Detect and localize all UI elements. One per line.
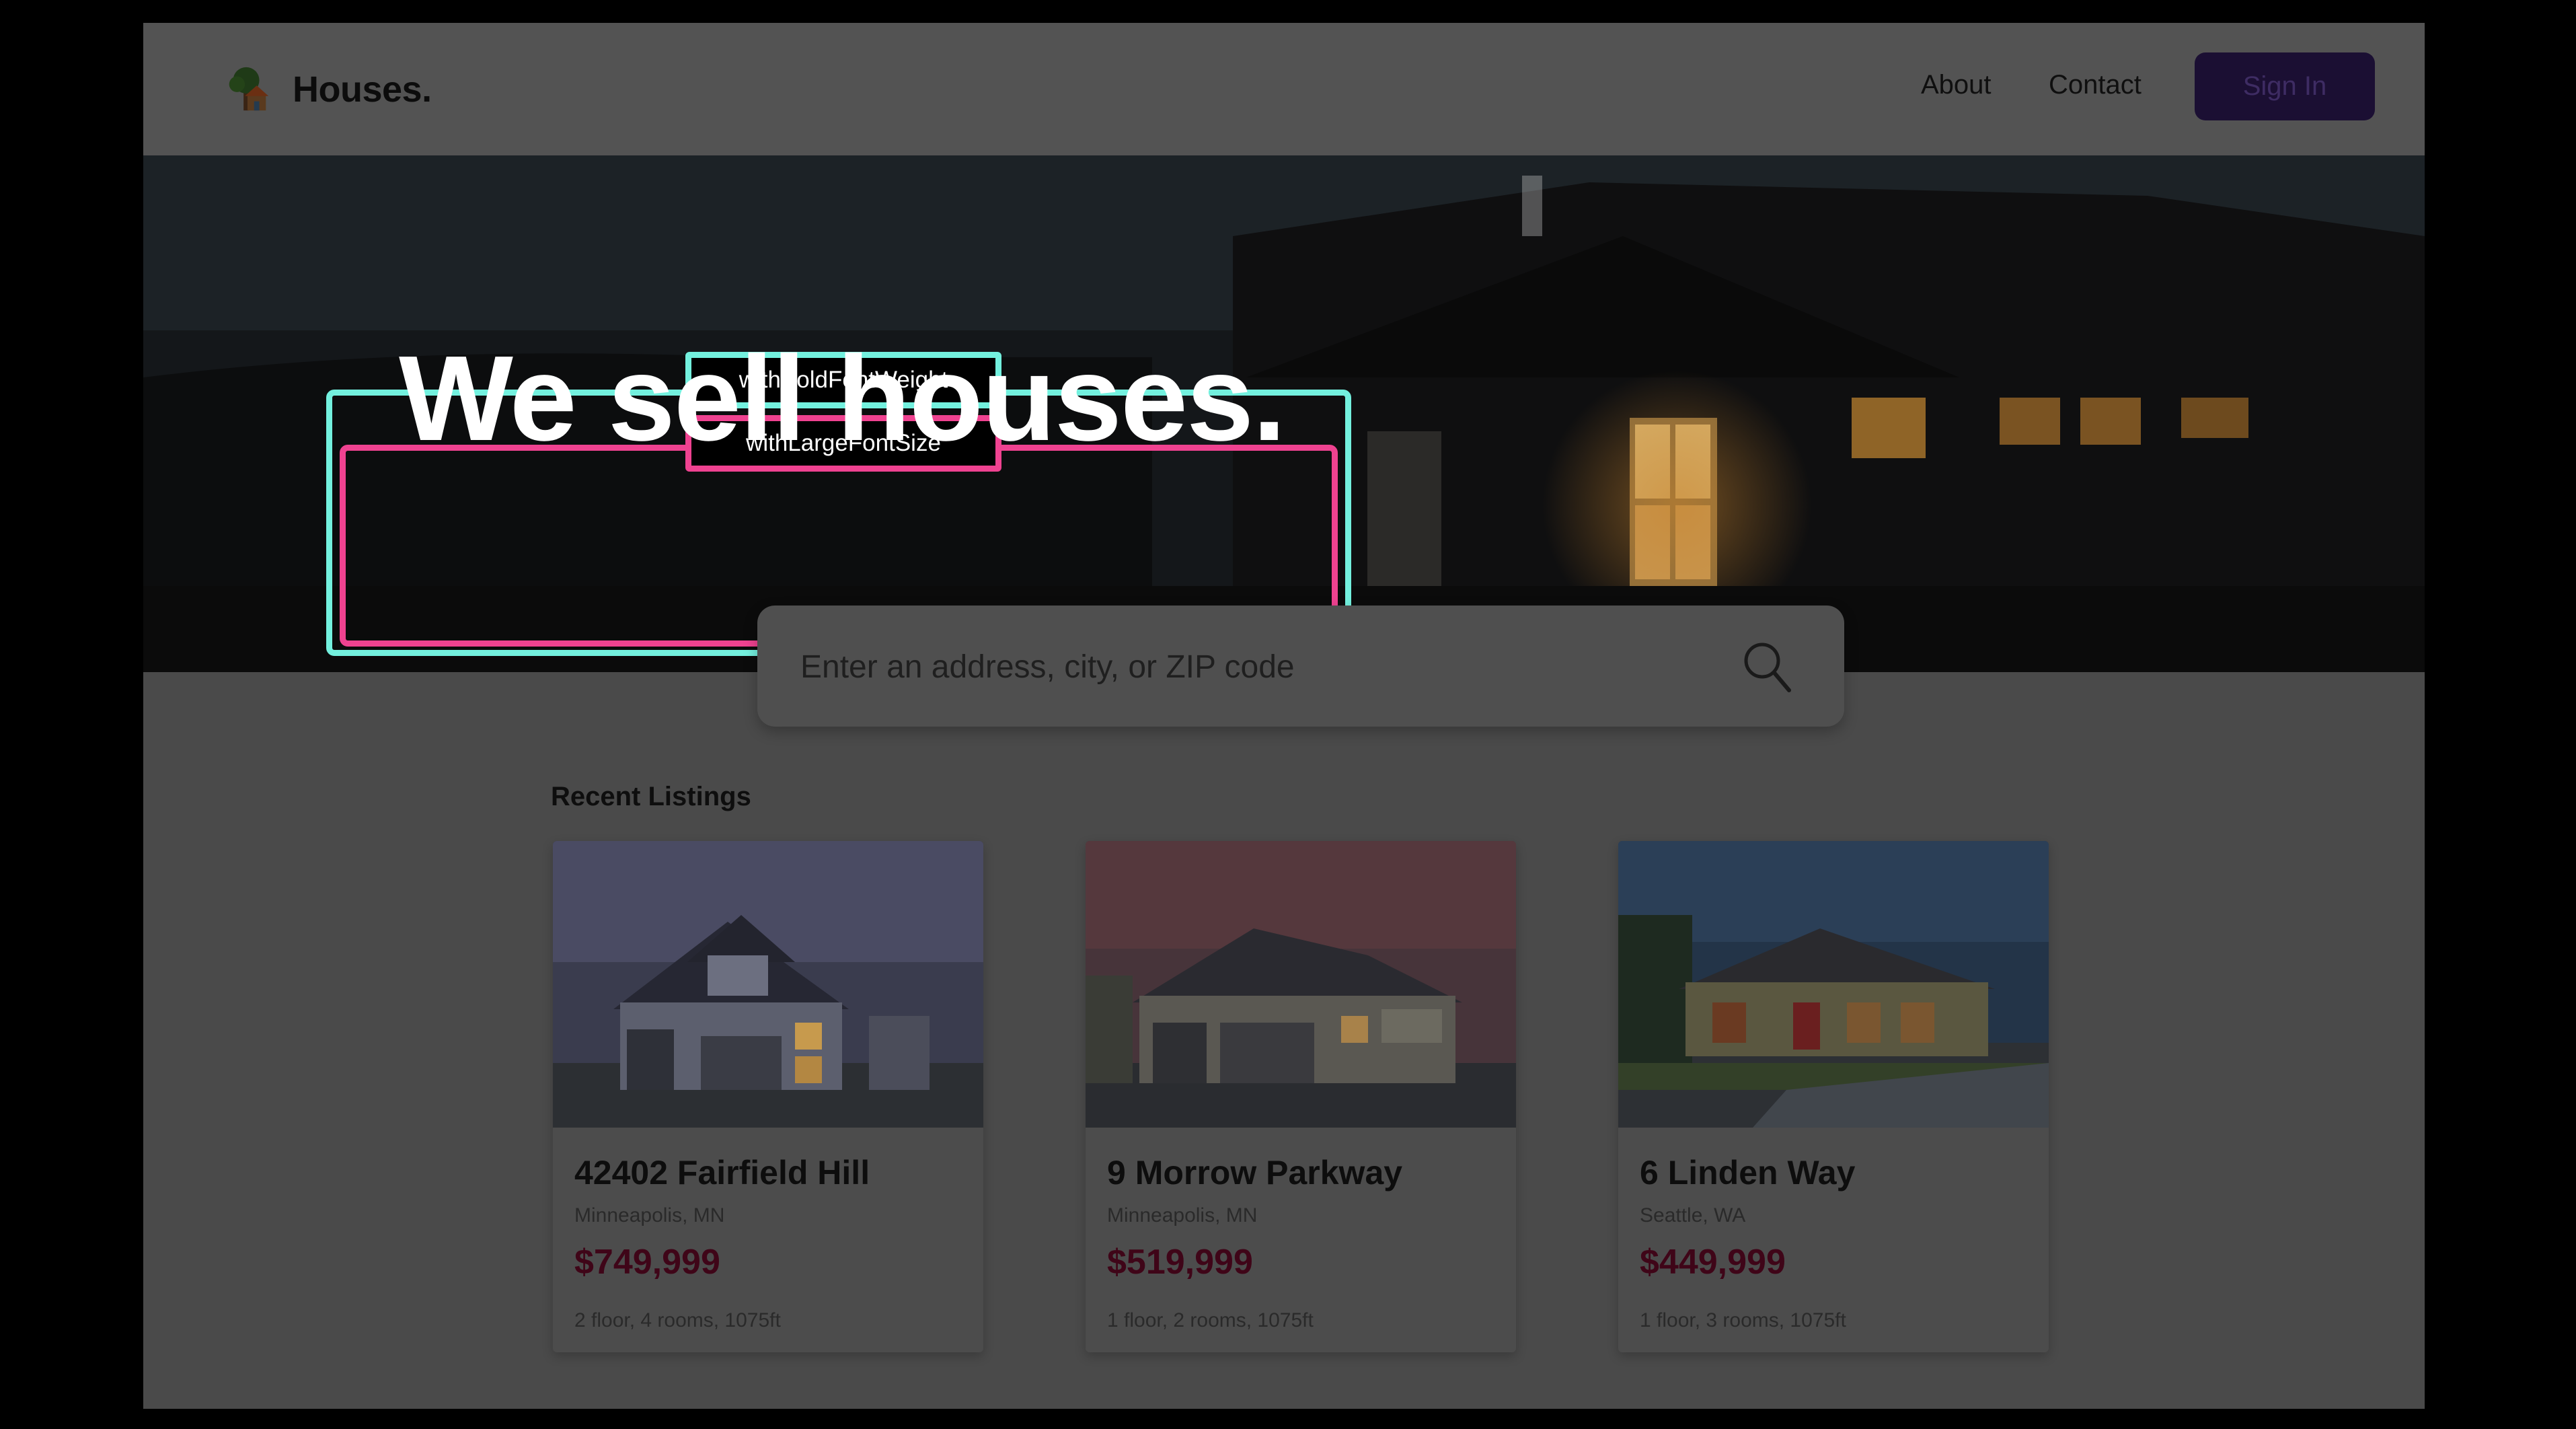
listing-details: 2 floor, 4 rooms, 1075ft [574,1309,781,1331]
nav-about-link[interactable]: About [1921,70,1992,100]
listing-card[interactable]: 6 Linden Way Seattle, WA $449,999 1 floo… [1618,841,2049,1352]
listing-price: $519,999 [1107,1243,1253,1282]
listing-photo [553,841,983,1128]
listing-city: Minneapolis, MN [1107,1204,1258,1226]
sign-in-button[interactable]: Sign In [2195,52,2375,120]
nav-contact-link[interactable]: Contact [2049,70,2142,100]
top-navbar: Houses. About Contact Sign In [143,23,2425,155]
listing-price: $449,999 [1640,1243,1786,1282]
recent-listings-title: Recent Listings [551,782,751,811]
listing-card[interactable]: 42402 Fairfield Hill Minneapolis, MN $74… [553,841,983,1352]
listing-card[interactable]: 9 Morrow Parkway Minneapolis, MN $519,99… [1086,841,1516,1352]
listing-details: 1 floor, 3 rooms, 1075ft [1640,1309,1846,1331]
search-bar [757,606,1844,727]
search-input[interactable] [799,639,1710,694]
listing-details: 1 floor, 2 rooms, 1075ft [1107,1309,1314,1331]
listing-city: Seattle, WA [1640,1204,1746,1226]
brand-logo[interactable]: Houses. [221,59,432,120]
listing-title: 42402 Fairfield Hill [574,1154,870,1192]
listing-title: 9 Morrow Parkway [1107,1154,1403,1192]
listing-photo [1618,841,2049,1128]
listing-photo [1086,841,1516,1128]
app-frame: Houses. About Contact Sign In withBoldFo… [143,23,2425,1409]
listing-title: 6 Linden Way [1640,1154,1856,1192]
search-icon[interactable] [1739,638,1793,694]
brand-name: Houses. [293,69,432,110]
hero-banner: withBoldFontWeight withLargeFontSize We … [143,155,2425,672]
hero-title: We sell houses. [399,331,1286,466]
listing-city: Minneapolis, MN [574,1204,725,1226]
tree-house-icon [229,67,269,111]
listing-price: $749,999 [574,1243,720,1282]
